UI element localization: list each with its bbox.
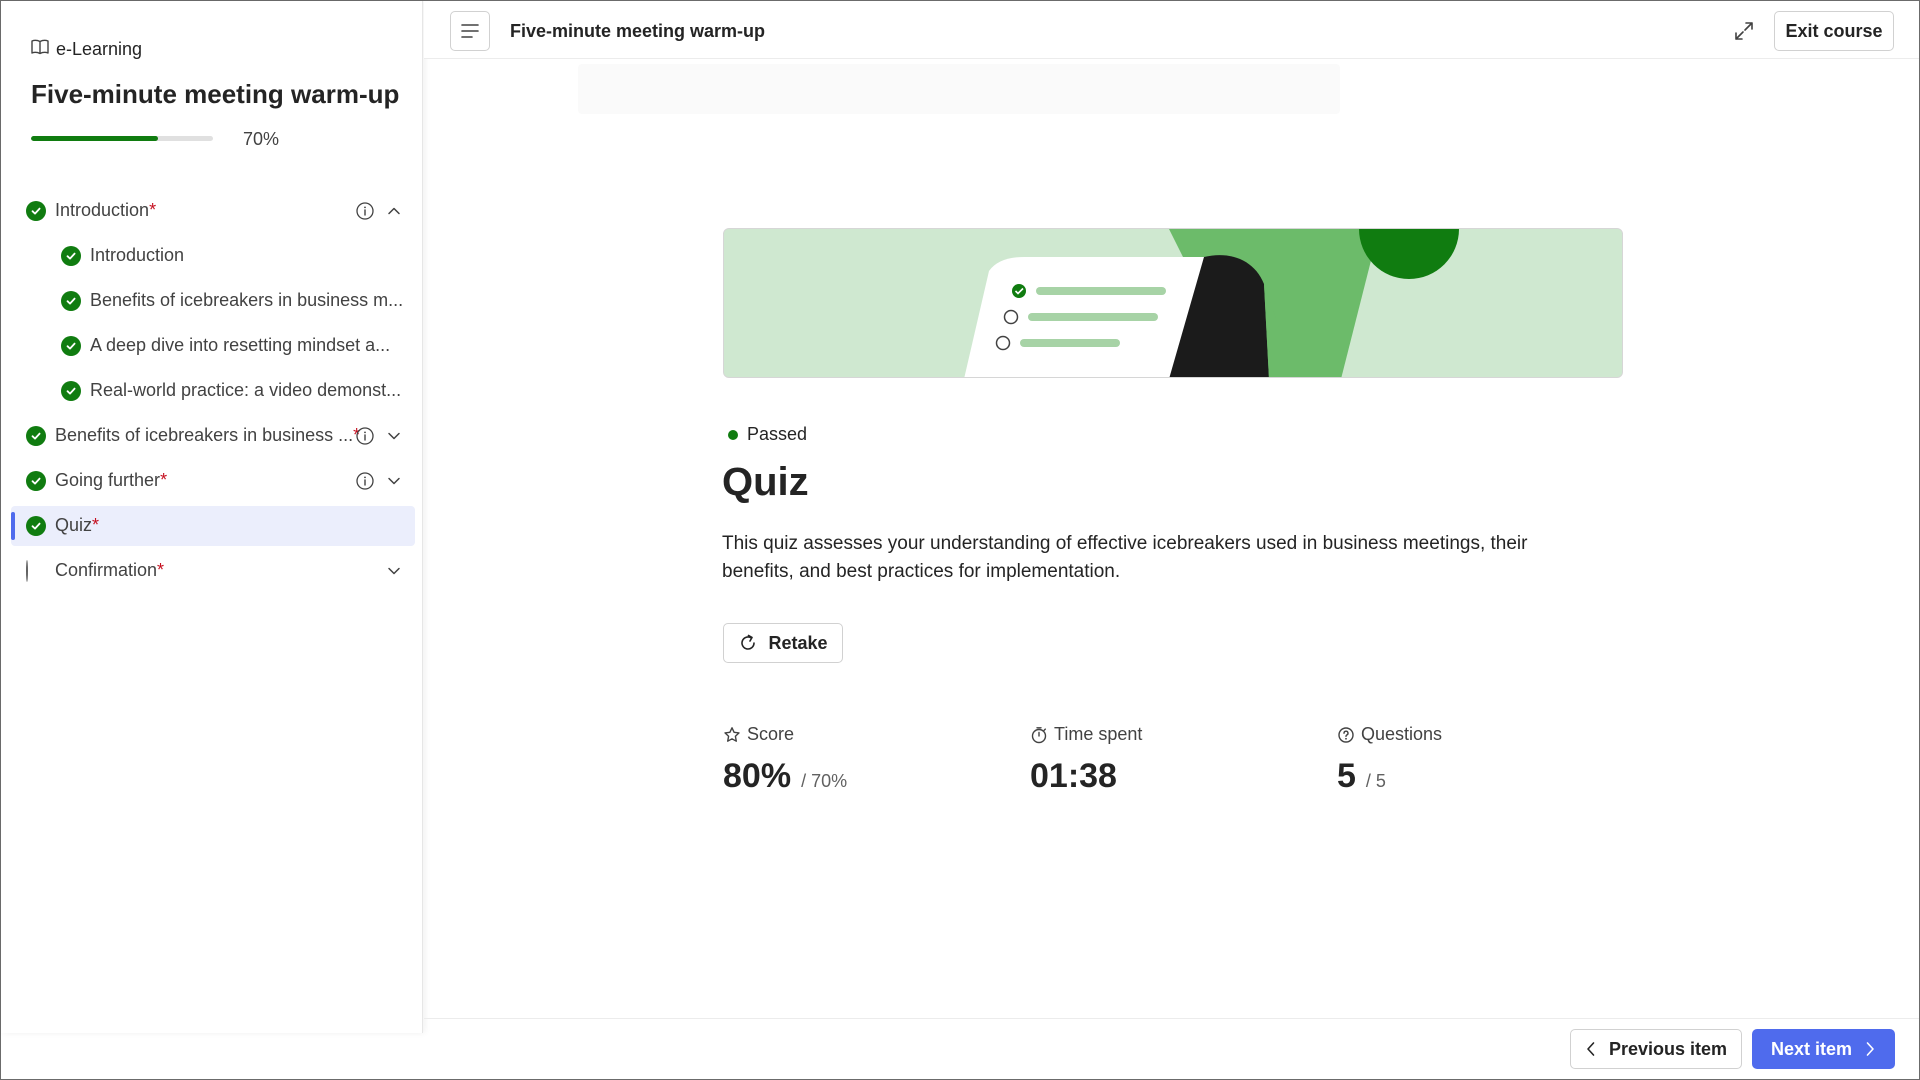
sidebar-item-label: Introduction [90, 245, 185, 265]
quiz-description: This quiz assesses your understanding of… [722, 533, 1528, 582]
questions-label: Questions [1361, 724, 1443, 744]
footer-divider [424, 1018, 1919, 1019]
sidebar-item-introduction[interactable]: Introduction [11, 236, 415, 276]
check-circle-icon [61, 381, 81, 401]
questions-total: / 5 [1365, 771, 1386, 791]
sidebar-item-introduction[interactable]: Introduction* [11, 191, 415, 231]
previous-item-label: Previous item [1608, 1038, 1728, 1059]
chevron-up-icon[interactable] [384, 201, 404, 221]
sidebar-item-going-further[interactable]: Going further* [11, 461, 415, 501]
check-circle-icon [61, 291, 81, 311]
required-asterisk: * [160, 470, 168, 490]
questions-stat: Questions 5 / 5 [1337, 724, 1442, 796]
top-bar: Five-minute meeting warm-up Exit course [424, 1, 1919, 59]
course-title: Five-minute meeting warm-up [31, 79, 400, 109]
check-circle-icon [26, 471, 46, 491]
exit-course-button[interactable]: Exit course [1774, 11, 1894, 51]
score-threshold: / 70% [801, 771, 848, 791]
score-value: 80% [723, 757, 792, 795]
star-icon [724, 726, 740, 742]
info-icon[interactable] [355, 426, 375, 446]
required-asterisk: * [149, 200, 157, 220]
info-icon[interactable] [355, 471, 375, 491]
sidebar-item-label: Confirmation* [55, 560, 165, 580]
score-label: Score [747, 724, 795, 744]
time-spent-stat: Time spent 01:38 [1030, 724, 1142, 796]
notification-area [578, 64, 1340, 114]
expand-icon[interactable] [1732, 19, 1756, 43]
previous-item-button[interactable]: Previous item [1570, 1029, 1742, 1069]
retake-label: Retake [768, 632, 828, 653]
sidebar-item-label: Benefits of icebreakers in business ...* [55, 425, 361, 445]
refresh-icon [741, 634, 756, 650]
required-asterisk: * [92, 515, 100, 535]
sidebar-item-benefits-of-icebreakers-in-business-m[interactable]: Benefits of icebreakers in business m... [11, 281, 415, 321]
timer-icon [1031, 726, 1047, 743]
brand-label: e-Learning [56, 39, 143, 59]
sidebar-item-confirmation[interactable]: Confirmation* [11, 551, 415, 591]
quiz-status: Passed [728, 424, 807, 445]
course-progress-bar [31, 136, 213, 141]
quiz-status-label: Passed [747, 424, 808, 444]
course-progress-fill [31, 136, 159, 141]
empty-circle-icon [26, 560, 46, 582]
chevron-down-icon[interactable] [384, 561, 404, 581]
check-circle-icon [26, 426, 46, 446]
passed-status-dot [728, 429, 738, 440]
question-circle-icon [1338, 726, 1354, 743]
chevron-down-icon[interactable] [384, 471, 404, 491]
book-icon [31, 39, 49, 60]
check-circle-icon [26, 516, 46, 536]
sidebar-item-quiz[interactable]: Quiz* [11, 506, 415, 546]
chevron-down-icon[interactable] [384, 426, 404, 446]
check-circle-icon [61, 336, 81, 356]
sidebar-item-real-world-practice-a-video-demonst[interactable]: Real-world practice: a video demonst... [11, 371, 415, 411]
quiz-hero-illustration [723, 228, 1623, 378]
active-indicator [11, 512, 15, 540]
page-title: Five-minute meeting warm-up [510, 21, 766, 41]
sidebar-item-label: Quiz* [55, 515, 100, 535]
sidebar-item-benefits-of-icebreakers-in-business[interactable]: Benefits of icebreakers in business ...* [11, 416, 415, 456]
sidebar-item-label: A deep dive into resetting mindset a... [90, 335, 391, 355]
sidebar-item-label: Going further* [55, 470, 168, 490]
hamburger-menu-icon [461, 24, 479, 38]
check-circle-icon [26, 201, 46, 221]
questions-value: 5 [1337, 757, 1356, 795]
retake-button[interactable]: Retake [723, 623, 843, 663]
sidebar-item-label: Benefits of icebreakers in business m... [90, 290, 404, 310]
sidebar-item-label: Real-world practice: a video demonst... [90, 380, 402, 400]
sidebar-item-a-deep-dive-into-resetting-mindset-a[interactable]: A deep dive into resetting mindset a... [11, 326, 415, 366]
course-progress-text: 70% [243, 129, 280, 149]
sidebar-item-label: Introduction* [55, 200, 157, 220]
quiz-title: Quiz [722, 460, 809, 504]
menu-toggle-button[interactable] [450, 11, 490, 51]
time-spent-label: Time spent [1054, 724, 1143, 744]
course-sidebar: e-Learning Five-minute meeting warm-up 7… [1, 1, 423, 1033]
check-circle-icon [61, 246, 81, 266]
chevron-right-icon [1866, 1042, 1874, 1056]
score-stat: Score 80% / 70% [723, 724, 847, 796]
chevron-left-icon [1587, 1042, 1595, 1056]
time-spent-value: 01:38 [1030, 757, 1117, 795]
next-item-label: Next item [1770, 1038, 1853, 1059]
info-icon[interactable] [355, 201, 375, 221]
required-asterisk: * [157, 560, 165, 580]
next-item-button[interactable]: Next item [1752, 1029, 1895, 1069]
brand: e-Learning [31, 39, 142, 60]
